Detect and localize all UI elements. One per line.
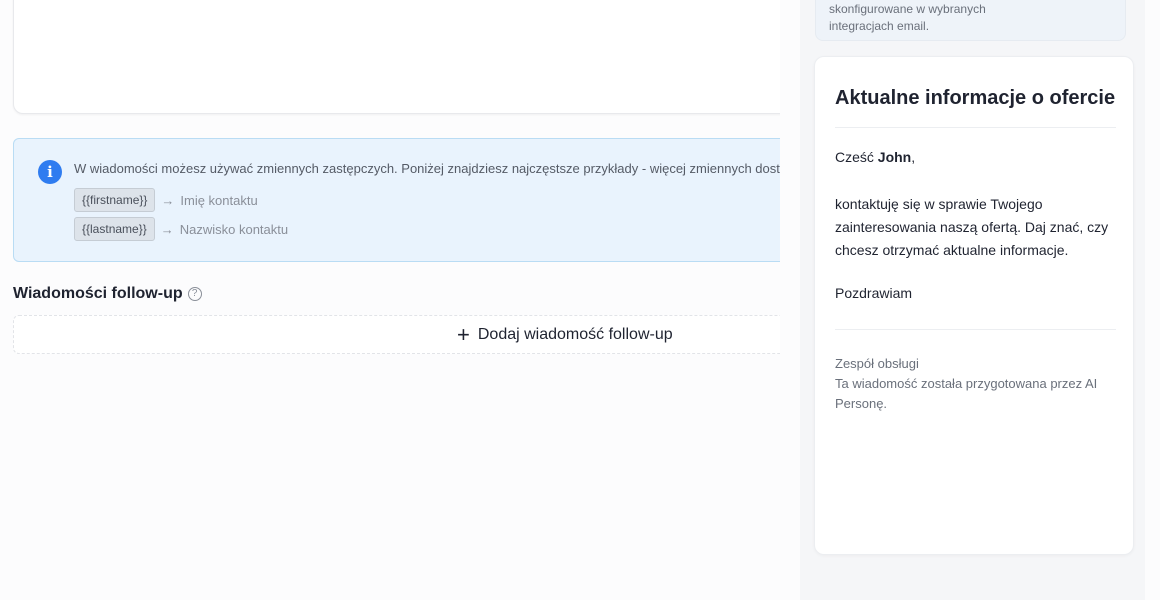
signature-team: Zespół obsługi [835,356,919,371]
variable-description-firstname: Imię kontaktu [180,192,258,208]
plus-icon: + [457,322,470,347]
variable-row-lastname: {{lastname}} → Nazwisko kontaktu [74,217,288,241]
divider [835,127,1116,128]
variable-chip-lastname[interactable]: {{lastname}} [74,217,155,241]
page: i W wiadomości możesz używać zmiennych z… [0,0,1160,600]
message-editor-card[interactable] [13,0,780,114]
arrow-right-icon: → [161,192,175,208]
greeting-prefix: Cześć [835,149,878,165]
variable-description-lastname: Nazwisko kontaktu [179,221,289,237]
email-preview-signature: Zespół obsługi Ta wiadomość została przy… [835,354,1115,414]
signature-note: Ta wiadomość została przygotowana przez … [835,376,1098,411]
preview-sidebar: skonfigurowane w wybranych integracjach … [800,0,1145,600]
scrollbar-gutter [1145,0,1160,600]
email-preview-card: Aktualne informacje o ofercie Cześć John… [814,56,1134,555]
email-preview-closing: Pozdrawiam [835,285,913,301]
divider [835,329,1116,330]
variable-chip-firstname[interactable]: {{firstname}} [74,188,156,212]
followup-section-title: Wiadomości follow-up ? [13,285,202,303]
greeting-suffix: , [911,149,916,165]
info-icon: i [38,160,62,184]
email-preview-body: kontaktuję się w sprawie Twojego zainter… [835,196,1109,258]
email-preview-greeting: Cześć John, [835,149,915,165]
add-followup-content: + Dodaj wiadomość follow-up [457,316,673,354]
variable-row-firstname: {{firstname}} → Imię kontaktu [74,188,258,212]
variables-info-box: i W wiadomości możesz używać zmiennych z… [13,138,780,262]
followup-title-label: Wiadomości follow-up [13,285,183,302]
add-followup-label: Dodaj wiadomość follow-up [477,326,673,343]
main-content: i W wiadomości możesz używać zmiennych z… [0,0,780,600]
question-circle-icon[interactable]: ? [187,287,202,301]
integration-note-text: skonfigurowane w wybranych integracjach … [829,2,986,33]
email-preview-subject: Aktualne informacje o ofercie [835,87,1116,109]
integration-note-card: skonfigurowane w wybranych integracjach … [815,0,1126,41]
add-followup-button[interactable]: + Dodaj wiadomość follow-up [13,315,780,354]
greeting-name: John [877,149,912,165]
variables-info-text: W wiadomości możesz używać zmiennych zas… [74,161,780,176]
arrow-right-icon: → [160,221,174,237]
